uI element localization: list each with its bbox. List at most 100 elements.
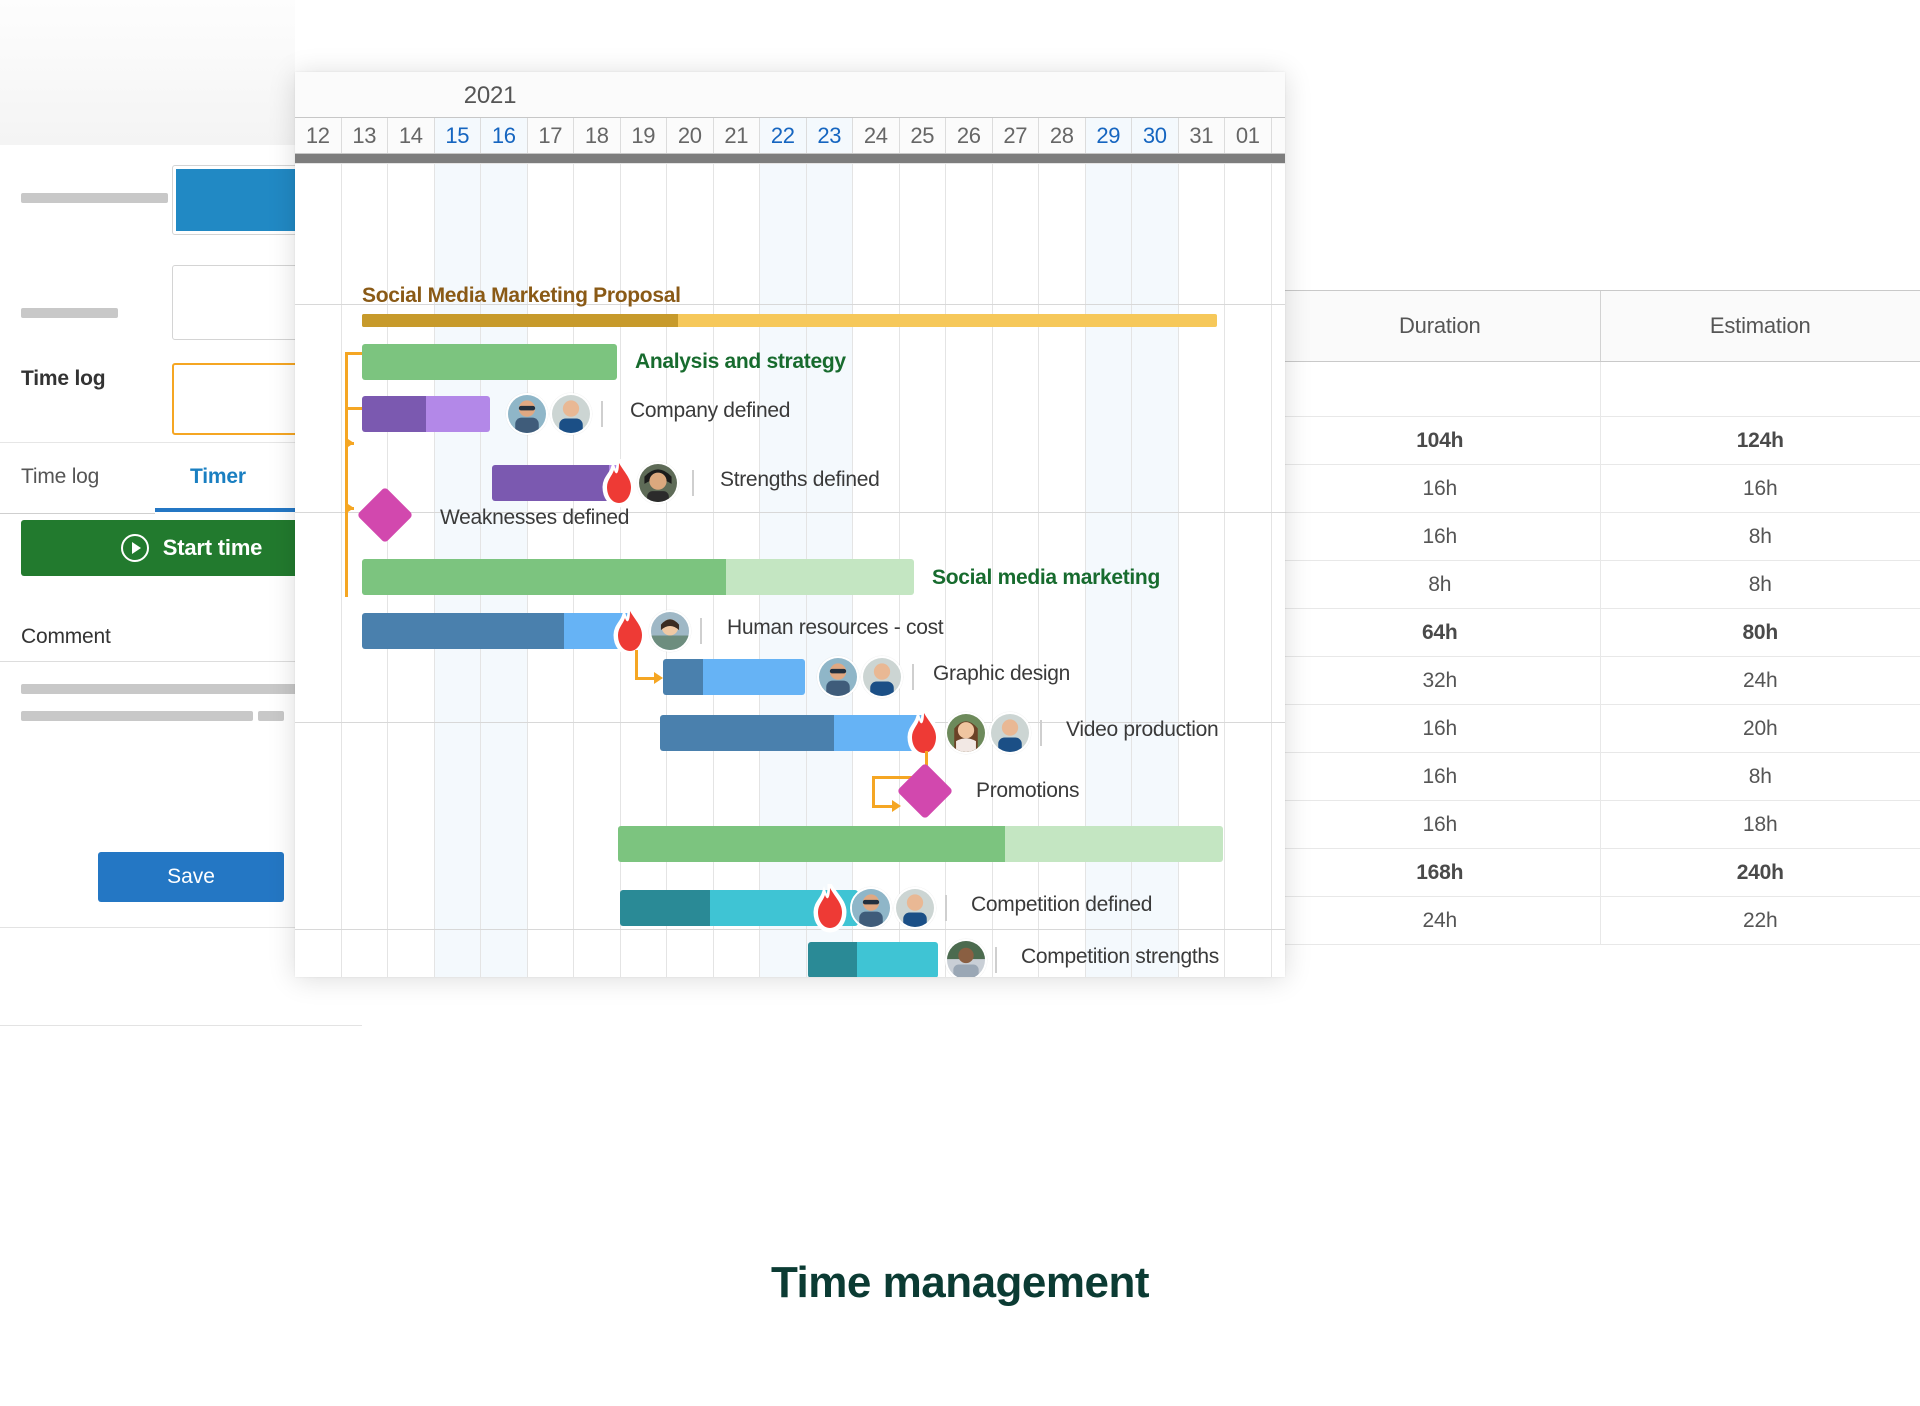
gantt-day-cell[interactable]: 17	[528, 118, 574, 153]
avatar[interactable]	[894, 887, 936, 929]
gantt-task-bar[interactable]	[362, 613, 635, 649]
cell-duration: 16h	[1422, 764, 1458, 788]
gantt-group-bar[interactable]	[362, 344, 617, 380]
play-icon	[120, 534, 149, 562]
dependency-arrowhead	[345, 437, 354, 449]
gantt-remaining-fill	[702, 659, 805, 695]
gantt-day-cell[interactable]: 27	[993, 118, 1039, 153]
gantt-task-label-group[interactable]: Analysis and strategy	[635, 350, 846, 374]
save-button[interactable]: Save	[98, 852, 284, 902]
column-header-estimation[interactable]: Estimation	[1599, 291, 1920, 361]
avatar[interactable]	[550, 393, 592, 435]
table-row[interactable]: 16h 8h	[1280, 513, 1920, 561]
gantt-year-label: 2021	[463, 82, 517, 109]
gantt-remaining-fill	[426, 396, 490, 432]
gantt-progress-fill	[362, 314, 679, 327]
cell-estimation: 124h	[1599, 417, 1920, 464]
overdue-flame-icon	[813, 884, 847, 933]
avatar[interactable]	[945, 712, 987, 754]
table-row[interactable]: 168h 240h	[1280, 849, 1920, 897]
task-metrics-table: Duration Estimation 104h 124h 16h 16h 16…	[1280, 145, 1920, 1085]
gantt-task-label[interactable]: Strengths defined	[720, 468, 880, 492]
table-row[interactable]: 104h 124h	[1280, 417, 1920, 465]
table-row[interactable]: 24h 22h	[1280, 897, 1920, 945]
avatar[interactable]	[506, 393, 548, 435]
cell-estimation: 22h	[1599, 897, 1920, 944]
gantt-task-label-project[interactable]: Social Media Marketing Proposal	[362, 284, 681, 308]
gantt-task-bar[interactable]	[808, 942, 938, 977]
table-row[interactable]: 32h 24h	[1280, 657, 1920, 705]
gantt-day-cell[interactable]: 23	[806, 118, 853, 153]
gantt-day-cell[interactable]: 19	[621, 118, 667, 153]
gantt-remaining-fill	[726, 559, 914, 595]
gantt-task-bar[interactable]	[663, 659, 805, 695]
dependency-arrowhead	[654, 672, 663, 684]
avatar[interactable]	[945, 939, 987, 977]
avatar[interactable]	[861, 656, 903, 698]
avatar[interactable]	[989, 712, 1031, 754]
gantt-chart-panel: 2021 12 13 14 15 16 17 18 19 20 21 22 23…	[295, 72, 1285, 977]
gantt-day-cell[interactable]: 12	[295, 118, 342, 153]
gantt-task-label[interactable]: Promotions	[976, 779, 1080, 803]
tab-timer[interactable]: Timer	[190, 465, 246, 489]
gantt-day-cell[interactable]: 26	[946, 118, 993, 153]
table-header-row: Duration Estimation	[1280, 290, 1920, 362]
gantt-task-label-group[interactable]: Social media marketing	[932, 566, 1160, 590]
gantt-task-bar[interactable]	[660, 715, 928, 751]
gantt-day-cell[interactable]: 31	[1179, 118, 1225, 153]
avatar[interactable]	[649, 610, 691, 652]
gantt-progress-fill	[620, 890, 711, 926]
gantt-day-cell[interactable]: 24	[853, 118, 900, 153]
table-row[interactable]: 16h 8h	[1280, 753, 1920, 801]
gantt-day-cell[interactable]: 16	[481, 118, 528, 153]
gantt-day-cell[interactable]: 21	[714, 118, 760, 153]
gantt-day-cell[interactable]: 01	[1225, 118, 1272, 153]
gantt-day-cell[interactable]: 14	[388, 118, 435, 153]
gantt-task-label[interactable]: Human resources - cost	[727, 616, 944, 640]
gantt-task-label[interactable]: Weaknesses defined	[440, 506, 629, 530]
gantt-day-cell[interactable]: 30	[1132, 118, 1179, 153]
avatar[interactable]	[637, 462, 679, 504]
cell-estimation: 8h	[1599, 753, 1920, 800]
field-label-placeholder-1	[21, 193, 168, 203]
gantt-summary-bar[interactable]	[362, 314, 1217, 327]
gantt-day-cell[interactable]: 25	[900, 118, 946, 153]
cell-duration: 16h	[1422, 812, 1458, 836]
gantt-group-bar[interactable]	[362, 559, 914, 595]
gantt-day-cell[interactable]: 15	[434, 118, 481, 153]
gantt-day-cell[interactable]: 29	[1085, 118, 1132, 153]
cell-estimation: 240h	[1599, 849, 1920, 896]
gantt-task-bar[interactable]	[362, 396, 490, 432]
gantt-task-label[interactable]: Video production	[1066, 718, 1219, 742]
gantt-task-label[interactable]: Competition strengths	[1021, 945, 1219, 969]
table-row[interactable]: 8h 8h	[1280, 561, 1920, 609]
gantt-task-label[interactable]: Graphic design	[933, 662, 1070, 686]
table-body: 104h 124h 16h 16h 16h 8h 8h 8h 64h 80h 3…	[1280, 362, 1920, 945]
gantt-day-cell[interactable]: 13	[342, 118, 388, 153]
table-row[interactable]: 16h 18h	[1280, 801, 1920, 849]
gantt-day-cell[interactable]: 22	[760, 118, 807, 153]
gantt-milestone-diamond[interactable]	[896, 762, 954, 820]
overdue-flame-icon	[602, 459, 636, 508]
gantt-milestone-diamond[interactable]	[356, 486, 414, 544]
cell-duration: 16h	[1422, 524, 1458, 548]
column-header-duration[interactable]: Duration	[1280, 291, 1600, 361]
gantt-task-label[interactable]: Competition defined	[971, 893, 1152, 917]
table-row[interactable]	[1280, 362, 1920, 417]
overdue-flame-icon	[613, 607, 647, 656]
avatar[interactable]	[817, 656, 859, 698]
gantt-day-cell[interactable]: 18	[574, 118, 621, 153]
dependency-line	[872, 776, 875, 808]
cell-duration	[1280, 362, 1600, 416]
gantt-day-cell[interactable]: 28	[1039, 118, 1086, 153]
gantt-group-bar[interactable]	[618, 826, 1223, 862]
avatar[interactable]	[850, 887, 892, 929]
overdue-flame-icon	[907, 709, 941, 758]
table-row[interactable]: 16h 20h	[1280, 705, 1920, 753]
gantt-day-cell[interactable]: 20	[667, 118, 714, 153]
gantt-task-label[interactable]: Company defined	[630, 399, 790, 423]
tab-time-log[interactable]: Time log	[21, 465, 99, 489]
table-row[interactable]: 64h 80h	[1280, 609, 1920, 657]
table-row[interactable]: 16h 16h	[1280, 465, 1920, 513]
gantt-remaining-fill	[857, 942, 938, 977]
